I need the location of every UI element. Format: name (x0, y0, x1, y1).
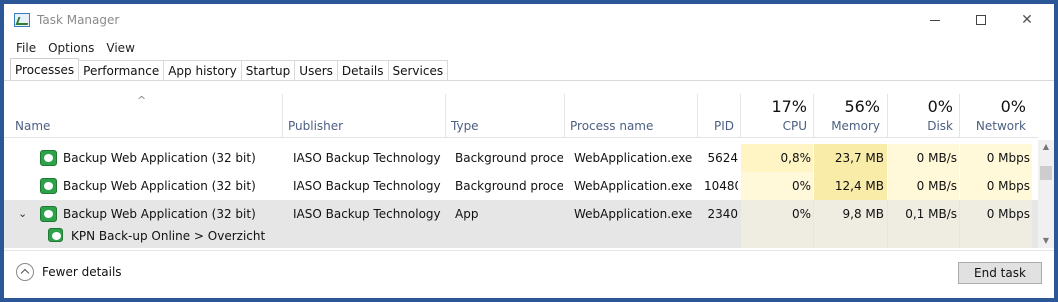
tab-details[interactable]: Details (336, 60, 389, 81)
column-divider[interactable] (564, 94, 565, 138)
column-label-pid: PID (713, 119, 734, 133)
child-window-name: KPN Back-up Online > Overzicht (71, 229, 266, 243)
cpu-heat-cell (741, 224, 813, 248)
network-heat-cell (960, 224, 1032, 248)
column-header-row: ^ Name Publisher Type Process name PID 1… (4, 94, 1038, 138)
network-cell: 0 Mbps (986, 179, 1030, 193)
fewer-details-label: Fewer details (42, 265, 122, 279)
chevron-up-circle-icon (16, 263, 34, 281)
memory-total: 56% (844, 97, 880, 116)
column-label-name: Name (15, 119, 51, 133)
tab-app-history[interactable]: App history (163, 60, 242, 81)
column-label-cpu: CPU (782, 119, 807, 133)
process-list: Backup Web Application (32 bit) IASO Bac… (4, 140, 1038, 248)
fewer-details-button[interactable]: Fewer details (16, 262, 122, 282)
menu-options[interactable]: Options (42, 38, 100, 58)
network-cell: 0 Mbps (986, 151, 1030, 165)
window-title: Task Manager (37, 13, 120, 27)
scrollbar-thumb[interactable] (1040, 166, 1052, 180)
process-name-cell: Backup Web Application (32 bit) (63, 179, 256, 193)
disk-cell: 0 MB/s (916, 179, 957, 193)
child-window-row[interactable]: KPN Back-up Online > Overzicht (4, 224, 1038, 248)
minimize-icon (930, 19, 940, 21)
task-manager-icon (14, 13, 30, 27)
table-row[interactable]: Backup Web Application (32 bit) IASO Bac… (4, 144, 1038, 172)
memory-cell: 23,7 MB (834, 151, 884, 165)
cpu-cell: 0,8% (780, 151, 812, 165)
disk-total: 0% (927, 97, 953, 116)
column-label-process-name: Process name (570, 119, 654, 133)
memory-cell: 12,4 MB (834, 179, 884, 193)
column-label-memory: Memory (831, 119, 880, 133)
column-divider[interactable] (959, 94, 960, 138)
process-name-cell: Backup Web Application (32 bit) (63, 151, 256, 165)
tab-users[interactable]: Users (294, 60, 338, 81)
publisher-cell: IASO Backup Technology (293, 151, 441, 165)
green-process-icon (40, 178, 57, 194)
column-divider[interactable] (813, 94, 814, 138)
title-bar[interactable]: Task Manager ✕ (4, 4, 1054, 36)
menu-view[interactable]: View (100, 38, 140, 58)
type-cell: Background process (455, 151, 563, 165)
cpu-total: 17% (771, 97, 807, 116)
disk-cell: 0 MB/s (916, 151, 957, 165)
maximize-button[interactable] (958, 4, 1004, 36)
image-name-cell: WebApplication.exe (574, 151, 693, 165)
memory-heat-cell (814, 224, 887, 248)
scroll-down-icon[interactable]: ▼ (1038, 234, 1054, 248)
column-divider[interactable] (887, 94, 888, 138)
vertical-scrollbar[interactable]: ▲ ▼ (1038, 140, 1054, 248)
table-row[interactable]: Backup Web Application (32 bit) IASO Bac… (4, 172, 1038, 200)
column-divider[interactable] (445, 94, 446, 138)
pid-cell: 10480 (704, 179, 738, 193)
column-divider[interactable] (282, 94, 283, 138)
scroll-up-icon[interactable]: ▲ (1038, 140, 1054, 154)
column-label-network: Network (975, 119, 1026, 133)
window-content: Task Manager ✕ File Options View Process… (4, 4, 1054, 298)
footer-divider (4, 250, 1054, 251)
column-divider[interactable] (697, 94, 698, 138)
network-total: 0% (1000, 97, 1026, 116)
close-button[interactable]: ✕ (1004, 4, 1050, 36)
cpu-cell: 0% (791, 179, 811, 193)
green-process-icon (48, 228, 63, 242)
pid-cell: 5624 (707, 151, 738, 165)
column-label-disk: Disk (927, 119, 953, 133)
image-name-cell: WebApplication.exe (574, 179, 693, 193)
menu-file[interactable]: File (10, 38, 42, 58)
close-icon: ✕ (1021, 12, 1033, 28)
tab-startup[interactable]: Startup (240, 60, 296, 81)
column-divider[interactable] (740, 94, 741, 138)
green-process-icon (40, 150, 57, 166)
maximize-icon (976, 15, 986, 25)
column-label-publisher: Publisher (288, 119, 344, 133)
tab-bar: Processes Performance App history Startu… (10, 58, 449, 82)
disk-heat-cell (888, 224, 959, 248)
end-task-button[interactable]: End task (958, 262, 1042, 284)
publisher-cell: IASO Backup Technology (293, 179, 441, 193)
column-label-type: Type (451, 119, 479, 133)
sort-up-icon: ^ (137, 94, 147, 107)
tab-services[interactable]: Services (387, 60, 449, 81)
task-manager-window: Task Manager ✕ File Options View Process… (0, 0, 1058, 302)
menu-bar: File Options View (10, 38, 141, 58)
green-process-icon (40, 206, 57, 222)
chevron-down-icon[interactable]: ⌄ (18, 207, 27, 220)
minimize-button[interactable] (912, 4, 958, 36)
tab-performance[interactable]: Performance (78, 60, 165, 81)
tab-processes[interactable]: Processes (10, 58, 80, 81)
type-cell: Background process (455, 179, 563, 193)
tab-divider (4, 80, 1054, 81)
